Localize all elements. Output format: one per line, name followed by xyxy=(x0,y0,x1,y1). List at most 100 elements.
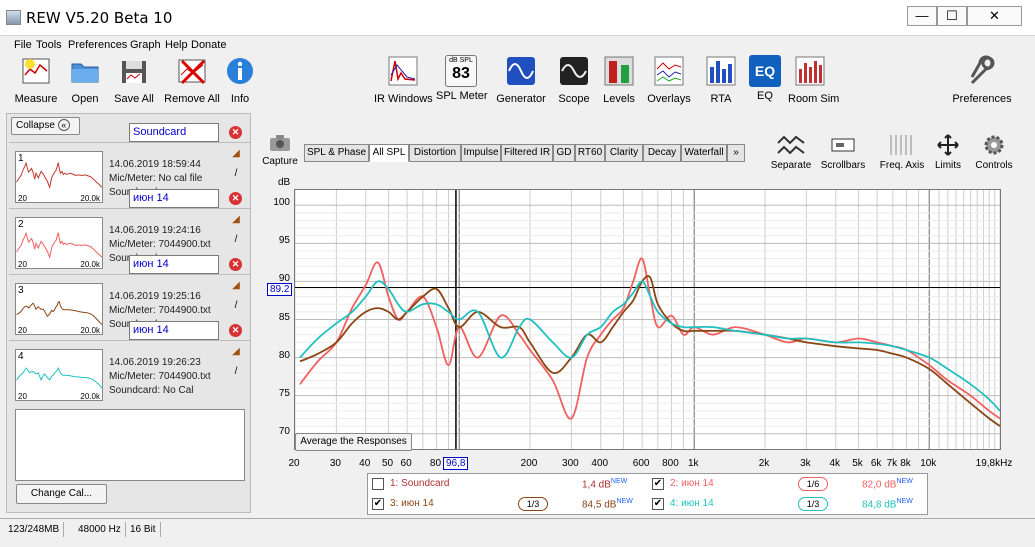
measurement-graph-icon[interactable]: ◢ xyxy=(230,346,242,358)
remove-all-button[interactable]: Remove All xyxy=(164,55,220,105)
notes-area[interactable] xyxy=(15,409,245,481)
smoothing-indicator[interactable]: 1/3 xyxy=(798,497,828,511)
remove-all-label: Remove All xyxy=(164,93,220,105)
series-line-4[interactable] xyxy=(299,280,1001,412)
measurement-graph-icon[interactable]: ◢ xyxy=(230,214,242,226)
series-line-2[interactable] xyxy=(299,257,1001,420)
measurement-graph-icon[interactable]: ◢ xyxy=(230,280,242,292)
menu-file[interactable]: File xyxy=(14,39,32,51)
preferences-button[interactable]: Preferences xyxy=(950,55,1014,105)
capture-button[interactable]: Capture xyxy=(261,133,299,167)
info-icon xyxy=(227,58,253,84)
x-tick-label: 10k xyxy=(920,458,937,469)
sample-rate-status: 48000 Hz xyxy=(74,522,126,537)
x-tick-label: 20 xyxy=(288,458,300,469)
measurement-item[interactable]: 4 20 20.0k июн 14 ✕ ◢/14.06.2019 19:26:23 Mic/… xyxy=(9,321,250,405)
tab-clarity[interactable]: Clarity xyxy=(605,144,643,162)
measurement-name-field[interactable]: июн 14 xyxy=(129,189,219,208)
open-button[interactable]: Open xyxy=(66,55,104,105)
graph-tool-label: Separate xyxy=(770,160,812,171)
eq-button[interactable]: EQ EQ xyxy=(749,55,781,102)
legend-checkbox[interactable] xyxy=(372,478,384,490)
menu-tools[interactable]: Tools xyxy=(36,39,62,51)
limits-icon xyxy=(937,134,959,156)
close-button[interactable]: ✕ xyxy=(967,6,1022,26)
measurement-graph-icon[interactable]: ◢ xyxy=(230,148,242,160)
change-cal-button[interactable]: Change Cal... xyxy=(16,484,107,504)
overlays-button[interactable]: Overlays xyxy=(646,55,692,105)
spl-meter-button[interactable]: dB SPL 83 SPL Meter xyxy=(436,55,488,102)
separate-button[interactable]: Separate xyxy=(766,133,816,171)
x-tick-label: 1k xyxy=(687,458,699,469)
tab-all-spl[interactable]: All SPL xyxy=(369,144,409,162)
menu-graph[interactable]: Graph xyxy=(130,39,161,51)
measurement-thumbnail[interactable]: 4 20 20.0k xyxy=(15,349,103,401)
limits-button[interactable]: Limits xyxy=(928,133,968,171)
thumbnail-axis-end: 20.0k xyxy=(80,194,100,203)
average-responses-button[interactable]: Average the Responses xyxy=(295,433,412,451)
legend-checkbox[interactable]: ✔ xyxy=(652,498,664,510)
menu-preferences[interactable]: Preferences xyxy=(68,39,127,51)
ir-windows-button[interactable]: IR Windows xyxy=(374,55,433,105)
measurement-thumbnail[interactable]: 1 20 20.0k xyxy=(15,151,103,203)
measurement-mic: Mic/Meter: 7044900.txt xyxy=(109,371,211,382)
y-tick-label: 95 xyxy=(278,235,290,247)
smoothing-indicator[interactable]: 1/3 xyxy=(518,497,548,511)
legend-checkbox[interactable]: ✔ xyxy=(372,498,384,510)
pen-icon[interactable]: / xyxy=(230,366,242,378)
tab-waterfall[interactable]: Waterfall xyxy=(681,144,727,162)
legend-offset-value: 84,8 dB xyxy=(862,499,897,511)
measurement-name-field[interactable]: июн 14 xyxy=(129,321,219,340)
remove-measurement-icon[interactable]: ✕ xyxy=(229,258,242,271)
window-title: REW V5.20 Beta 10 xyxy=(26,9,173,27)
minimize-button[interactable]: — xyxy=(907,6,937,26)
scope-button[interactable]: Scope xyxy=(556,55,592,105)
tab-rt60[interactable]: RT60 xyxy=(575,144,605,162)
info-button[interactable]: Info xyxy=(224,55,256,105)
freq-axis-button[interactable]: Freq. Axis xyxy=(875,133,929,171)
gear-icon xyxy=(984,135,1004,155)
title-bar: REW V5.20 Beta 10 — ☐ ✕ xyxy=(0,0,1035,36)
ir-windows-icon xyxy=(388,56,418,86)
save-all-button[interactable]: Save All xyxy=(112,55,156,105)
room-sim-button[interactable]: Room Sim xyxy=(788,55,839,105)
measurement-name-field[interactable]: Soundcard xyxy=(129,123,219,142)
tab-decay[interactable]: Decay xyxy=(643,144,681,162)
measurement-thumbnail[interactable]: 3 20 20.0k xyxy=(15,283,103,335)
pen-icon[interactable]: / xyxy=(230,234,242,246)
scrollbars-button[interactable]: Scrollbars xyxy=(818,133,868,171)
remove-measurement-icon[interactable]: ✕ xyxy=(229,324,242,337)
menu-help[interactable]: Help xyxy=(165,39,188,51)
legend-checkbox[interactable]: ✔ xyxy=(652,478,664,490)
remove-measurement-icon[interactable]: ✕ xyxy=(229,126,242,139)
menu-donate[interactable]: Donate xyxy=(191,39,226,51)
maximize-button[interactable]: ☐ xyxy=(937,6,967,26)
tab-gd[interactable]: GD xyxy=(553,144,575,162)
tab-impulse[interactable]: Impulse xyxy=(461,144,501,162)
tab-spl-phase[interactable]: SPL & Phase xyxy=(304,144,369,162)
spl-graph-canvas[interactable] xyxy=(294,190,1001,449)
levels-button[interactable]: Levels xyxy=(601,55,637,105)
measurement-name-field[interactable]: июн 14 xyxy=(129,255,219,274)
legend-label: 2: июн 14 xyxy=(670,478,714,489)
tab-distortion[interactable]: Distortion xyxy=(409,144,461,162)
collapse-button[interactable]: Collapse « xyxy=(11,117,80,135)
measurement-mic: Mic/Meter: 7044900.txt xyxy=(109,239,211,250)
tab-filtered-ir[interactable]: Filtered IR xyxy=(501,144,553,162)
controls-button[interactable]: Controls xyxy=(971,133,1017,171)
measure-button[interactable]: Measure xyxy=(14,55,58,105)
new-badge: NEW xyxy=(896,498,913,505)
legend-offset-value: 84,5 dB xyxy=(582,499,617,511)
generator-button[interactable]: Generator xyxy=(495,55,547,105)
app-icon xyxy=(6,10,21,25)
remove-measurement-icon[interactable]: ✕ xyxy=(229,192,242,205)
spl-graph[interactable] xyxy=(294,189,1001,450)
pen-icon[interactable]: / xyxy=(230,168,242,180)
smoothing-indicator[interactable]: 1/6 xyxy=(798,477,828,491)
tab-[interactable]: » xyxy=(727,144,745,162)
spl-meter-value: 83 xyxy=(452,65,470,82)
thumbnail-line xyxy=(16,231,102,260)
pen-icon[interactable]: / xyxy=(230,300,242,312)
measurement-thumbnail[interactable]: 2 20 20.0k xyxy=(15,217,103,269)
rta-button[interactable]: RTA xyxy=(704,55,738,105)
